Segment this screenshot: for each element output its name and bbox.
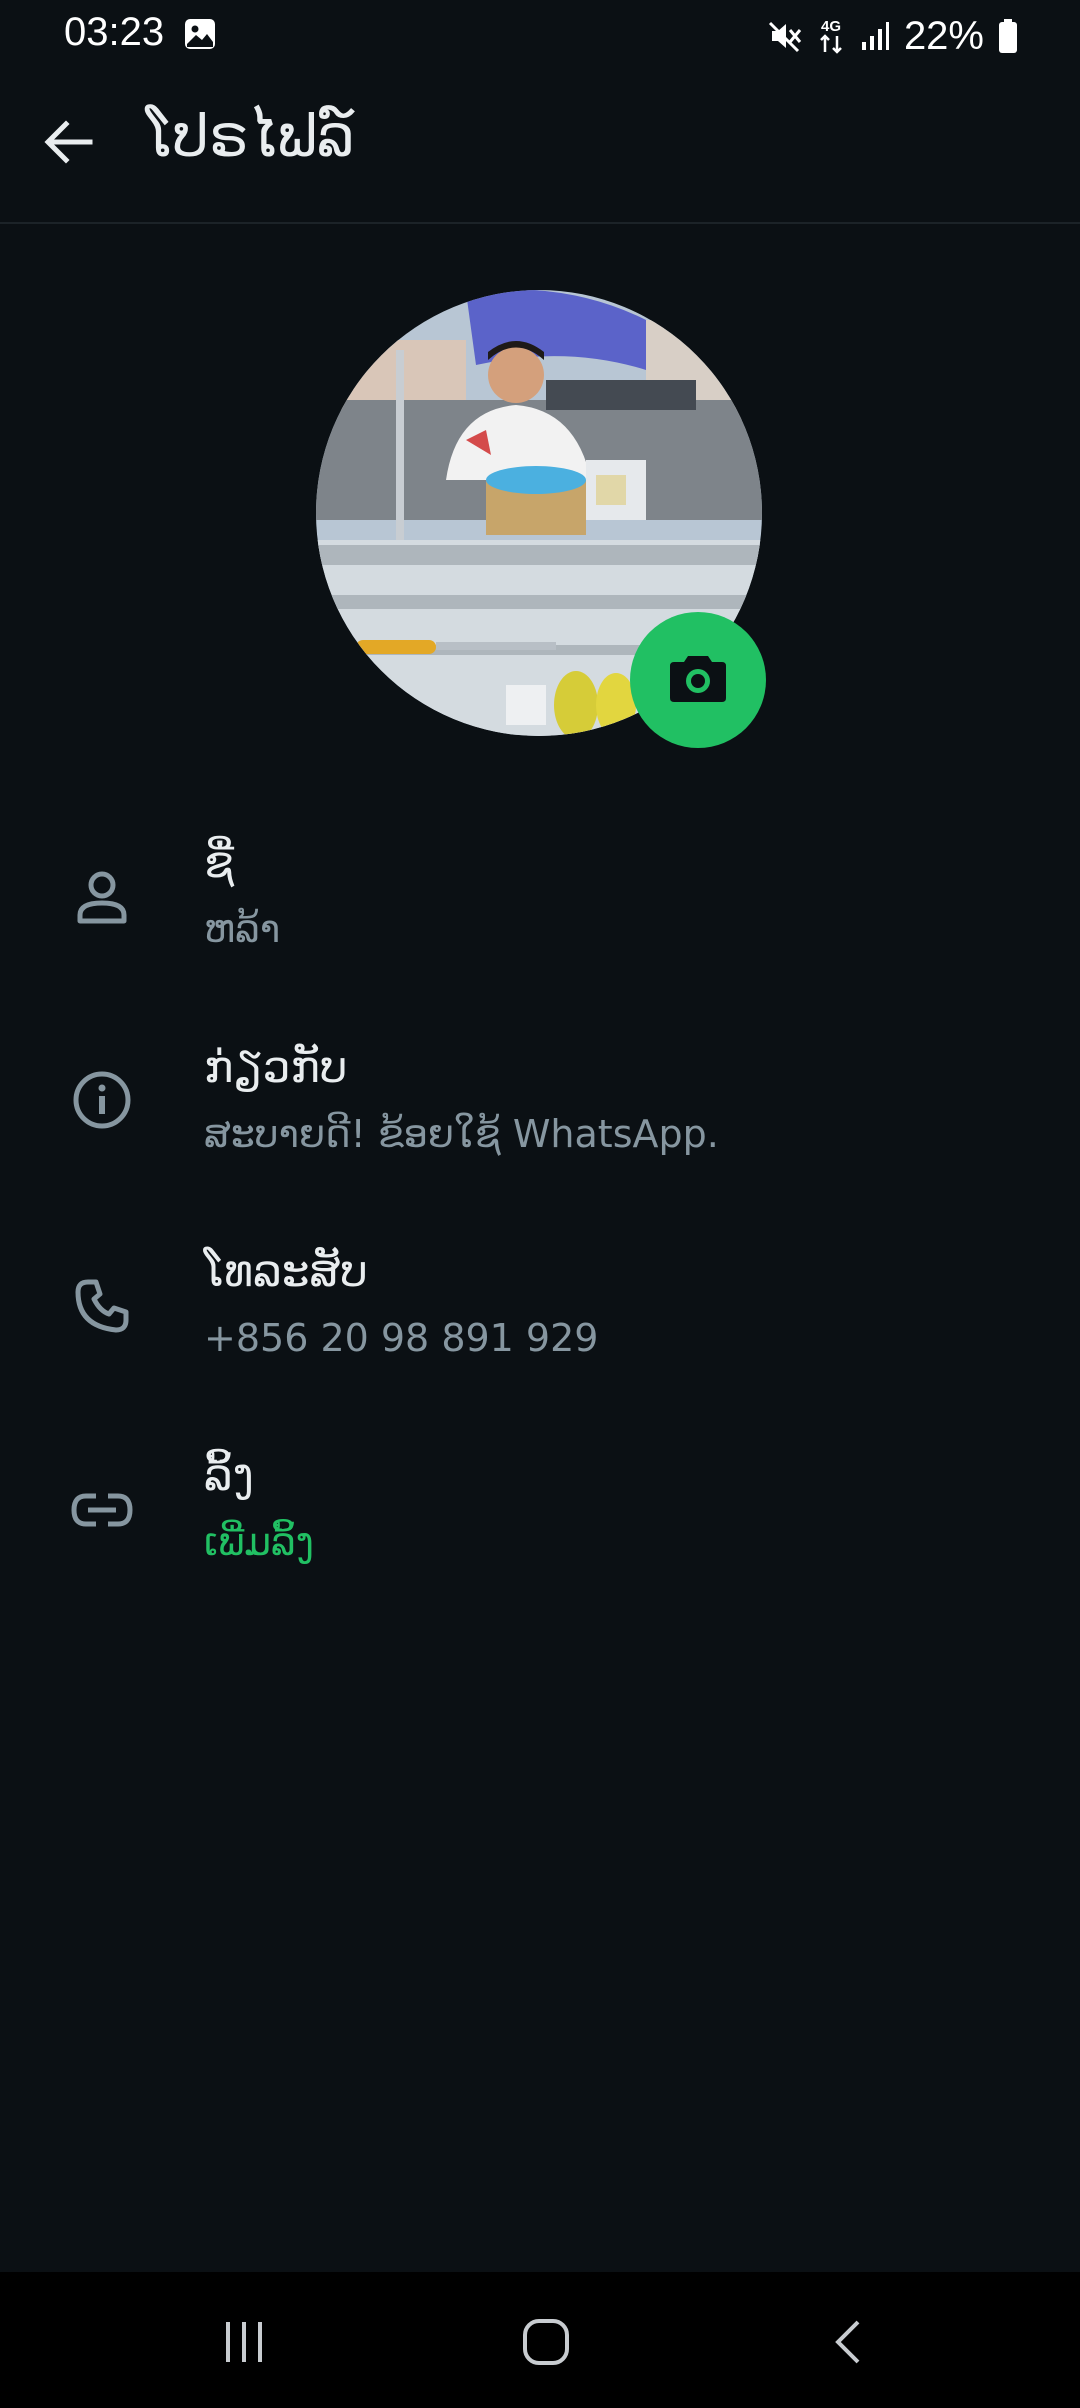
battery-icon bbox=[998, 18, 1018, 54]
app-bar: ໂປຣໄຟລ໌ bbox=[0, 72, 1080, 224]
change-photo-button[interactable] bbox=[630, 612, 766, 748]
page-title: ໂປຣໄຟລ໌ bbox=[146, 102, 355, 170]
status-bar: 03:23 4G 22% bbox=[0, 0, 1080, 72]
name-label: ຊື່ bbox=[204, 837, 235, 888]
back-nav-icon[interactable] bbox=[808, 2302, 888, 2382]
camera-icon bbox=[668, 652, 728, 708]
mute-icon bbox=[768, 19, 802, 53]
links-label: ລິ້ງ bbox=[204, 1450, 254, 1501]
about-row[interactable]: ກ່ຽວກັບ ສະບາຍດີ! ຂ້ອຍໃຊ້ WhatsApp. bbox=[0, 1020, 1080, 1190]
status-indicators: 4G 22% bbox=[768, 10, 1018, 62]
signal-icon bbox=[860, 20, 890, 52]
recent-apps-icon[interactable] bbox=[204, 2302, 284, 2382]
arrow-back-icon[interactable] bbox=[36, 110, 100, 174]
link-icon bbox=[68, 1476, 136, 1544]
status-time: 03:23 bbox=[64, 10, 165, 54]
network-label: 4G bbox=[821, 18, 841, 35]
battery-percent: 22% bbox=[903, 13, 984, 58]
phone-row[interactable]: ໂທລະສັບ +856 20 98 891 929 bbox=[0, 1224, 1080, 1394]
name-value: ຫລ້າ bbox=[204, 907, 281, 951]
about-value: ສະບາຍດີ! ຂ້ອຍໃຊ້ WhatsApp. bbox=[204, 1112, 719, 1156]
links-row[interactable]: ລິ້ງ ເພີ່ມລິ້ງ bbox=[0, 1428, 1080, 1598]
network-4g-icon: 4G bbox=[816, 16, 846, 56]
name-row[interactable]: ຊື່ ຫລ້າ bbox=[0, 815, 1080, 985]
add-link-button[interactable]: ເພີ່ມລິ້ງ bbox=[204, 1520, 314, 1564]
about-label: ກ່ຽວກັບ bbox=[204, 1042, 348, 1093]
person-icon bbox=[68, 863, 136, 931]
phone-icon bbox=[68, 1272, 136, 1340]
phone-label: ໂທລະສັບ bbox=[204, 1246, 368, 1297]
gallery-icon bbox=[184, 18, 216, 50]
phone-value: +856 20 98 891 929 bbox=[204, 1316, 599, 1360]
home-icon[interactable] bbox=[506, 2302, 586, 2382]
system-nav-bar bbox=[0, 2272, 1080, 2408]
info-icon bbox=[68, 1066, 136, 1134]
